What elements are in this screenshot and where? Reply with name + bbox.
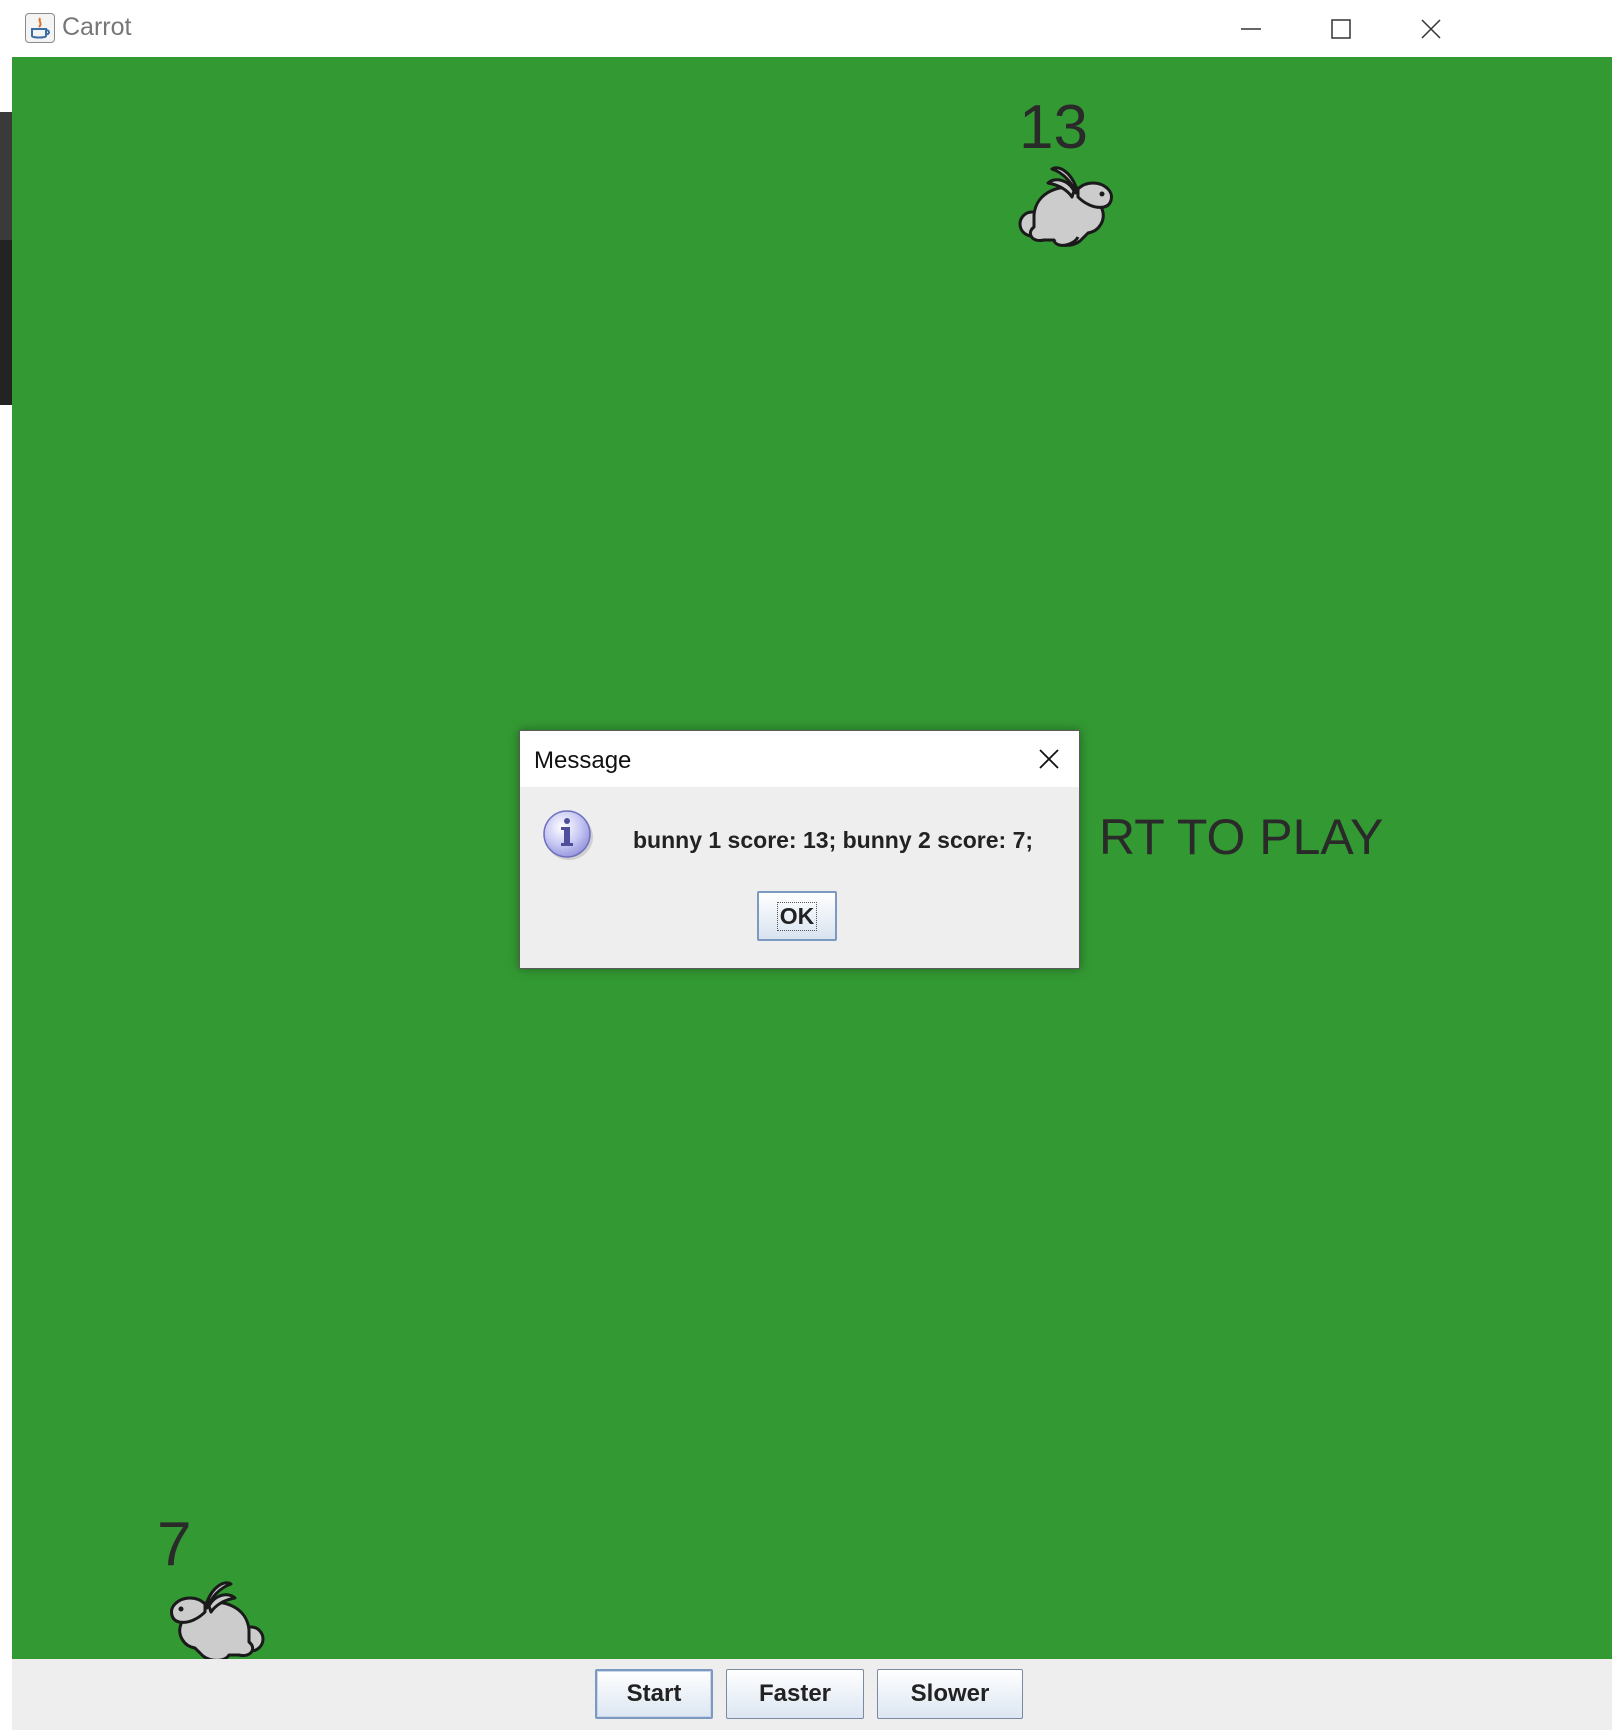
window-title: Carrot xyxy=(62,13,132,41)
dialog-title-bar[interactable]: Message xyxy=(520,731,1079,787)
bunny1-icon xyxy=(1018,166,1113,247)
faster-button[interactable]: Faster xyxy=(726,1669,864,1719)
bunny2-icon xyxy=(170,1581,265,1659)
dialog-title: Message xyxy=(534,747,632,774)
close-icon xyxy=(1039,749,1059,769)
close-icon xyxy=(1421,18,1441,39)
start-prompt-text: RT TO PLAY xyxy=(1099,809,1384,865)
ok-button[interactable]: OK xyxy=(757,891,837,941)
ok-button-label: OK xyxy=(776,901,818,931)
info-icon xyxy=(543,810,593,860)
control-bar: Start Faster Slower xyxy=(12,1659,1612,1730)
close-button[interactable] xyxy=(1386,0,1476,57)
title-bar[interactable]: Carrot xyxy=(12,0,1612,57)
background-window-edge xyxy=(0,0,12,1730)
dialog-close-button[interactable] xyxy=(1027,737,1071,781)
java-app-icon xyxy=(25,13,55,43)
minimize-icon xyxy=(1241,27,1261,30)
slower-button[interactable]: Slower xyxy=(877,1669,1023,1719)
start-button[interactable]: Start xyxy=(595,1669,713,1719)
minimize-button[interactable] xyxy=(1206,0,1296,57)
dialog-message: bunny 1 score: 13; bunny 2 score: 7; xyxy=(633,827,1034,853)
message-dialog: Message bunny 1 score: 13; bunny 2 score… xyxy=(519,730,1080,969)
maximize-button[interactable] xyxy=(1296,0,1386,57)
maximize-icon xyxy=(1331,18,1351,39)
